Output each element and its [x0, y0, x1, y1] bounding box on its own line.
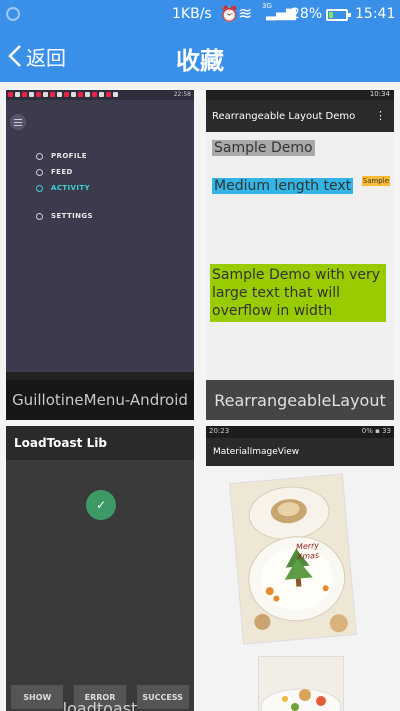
network-speed: 1KB/s [172, 6, 212, 22]
mini-notification-icons [8, 92, 118, 98]
card-caption: GuillotineMenu-Android [6, 380, 194, 420]
mini-time: 20:23 [209, 427, 230, 435]
food-plate-image: Merry Xmas [229, 473, 357, 645]
mini-app-bar: MaterialImageView [206, 438, 394, 466]
sample-view-4: Sample Demo with very large text that wi… [210, 264, 386, 322]
mini-app-body: ✓ [6, 460, 194, 711]
menu-item-profile: PROFILE [36, 148, 93, 164]
mini-status-bar: 22:58 [6, 90, 194, 100]
notification-icon [6, 7, 20, 21]
food-image-2 [258, 656, 344, 711]
mini-status-bar: 10:34 [206, 90, 394, 100]
activity-icon [36, 184, 43, 192]
card-caption: loadtoast [62, 698, 138, 711]
battery-percent: 28% [291, 6, 323, 22]
title-bar: 返回 收藏 [0, 30, 400, 82]
battery-icon [326, 9, 351, 21]
menu-item-feed: FEED [36, 164, 93, 180]
mini-app-bar: Rearrangeable Layout Demo ⋮ [206, 100, 394, 132]
card-caption: RearrangeableLayout [206, 380, 394, 420]
check-icon: ✓ [86, 490, 116, 520]
profile-icon [36, 152, 43, 160]
plate-text: Merry Xmas [295, 540, 320, 562]
sample-view-1: Sample Demo [212, 140, 315, 156]
mini-app-bar: LoadToast Lib [6, 426, 194, 460]
alarm-icon: ⏰ [220, 5, 239, 23]
settings-icon [36, 212, 43, 220]
mini-time: 22:58 [173, 91, 191, 98]
overflow-menu-icon: ⋮ [375, 109, 386, 122]
menu-item-activity: ACTIVITY [36, 180, 93, 196]
hamburger-icon [10, 114, 26, 130]
wifi-icon: ≋ [238, 4, 253, 24]
mini-app-title: Rearrangeable Layout Demo [212, 110, 356, 122]
clock: 15:41 [355, 6, 396, 22]
favorite-card-rearrangeable-layout[interactable]: 10:34 Rearrangeable Layout Demo ⋮ Sample… [206, 90, 394, 420]
page-title: 收藏 [176, 47, 224, 75]
sample-view-3: Sample [361, 176, 390, 186]
guillotine-menu: PROFILE FEED ACTIVITY SETTINGS [36, 148, 93, 224]
sample-view-2: Medium length text [212, 178, 354, 194]
menu-item-settings: SETTINGS [36, 208, 93, 224]
favorite-card-loadtoast[interactable]: LoadToast Lib ✓ SHOW ERROR SUCCESS loadt… [6, 426, 194, 711]
favorite-card-material-image-view[interactable]: 20:23 0% ▪ 33 MaterialImageView Merry Xm… [206, 426, 394, 711]
battery-fill [329, 12, 333, 18]
mini-status-right: 0% ▪ 33 [361, 427, 391, 435]
mini-status-bar: 20:23 0% ▪ 33 [206, 426, 394, 438]
favorites-grid: 22:58 PROFILE FEED ACTIVITY SETTINGS Gui… [0, 82, 400, 711]
feed-icon [36, 168, 43, 176]
favorite-card-guillotine-menu[interactable]: 22:58 PROFILE FEED ACTIVITY SETTINGS Gui… [6, 90, 194, 420]
status-bar: 1KB/s ⏰ ≋ 3G ▂▄▆ 28% 15:41 [0, 0, 400, 30]
